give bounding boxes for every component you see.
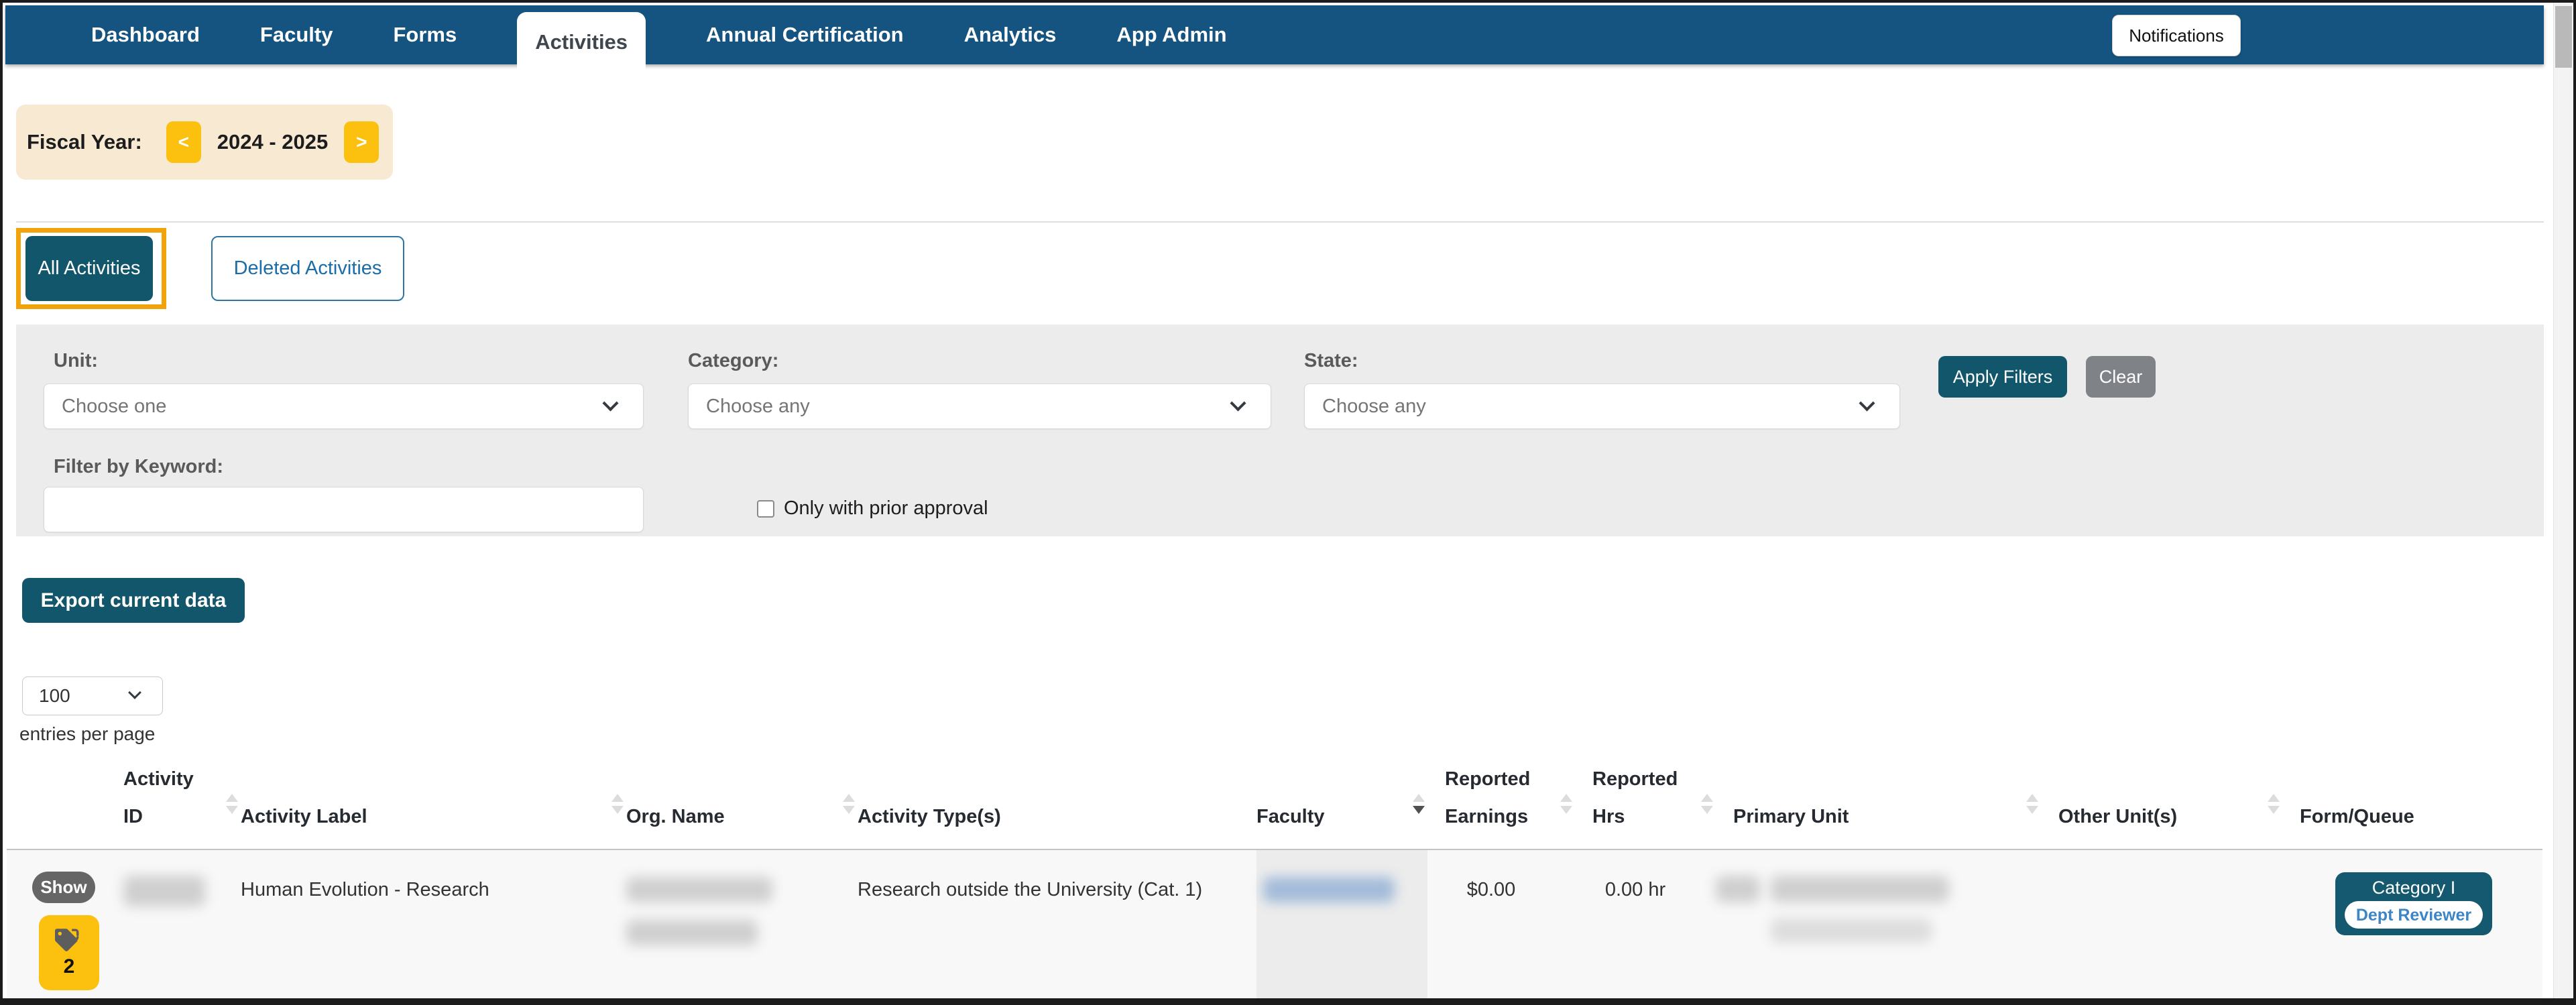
category-label: Category: [688, 350, 779, 371]
activities-table-header: Activity ID Activity Label Org. Name Act… [7, 747, 2542, 849]
table-row: Show 2 Human Evolution - Research Resear… [7, 850, 2544, 998]
nav-tab-dashboard[interactable]: Dashboard [91, 23, 200, 47]
notifications-button[interactable]: Notifications [2112, 15, 2241, 56]
keyword-input[interactable] [44, 487, 644, 532]
sort-control[interactable] [226, 794, 238, 814]
col-activity-types: Activity Type(s) [858, 806, 1001, 827]
row-controls-cell: Show 2 [23, 850, 123, 998]
col-org-name[interactable]: Org. Name [626, 747, 858, 849]
fiscal-year-next-button[interactable]: > [344, 121, 379, 163]
tab-all-activities[interactable]: All Activities [25, 236, 153, 301]
col-expand [23, 747, 123, 849]
prior-approval-wrap: Only with prior approval [757, 497, 988, 520]
nav-tab-annual-certification[interactable]: Annual Certification [706, 23, 904, 47]
scrollbar-thumb[interactable] [2555, 6, 2572, 68]
nav-tab-analytics[interactable]: Analytics [964, 23, 1057, 47]
form-queue-badge[interactable]: Category I Dept Reviewer [2335, 872, 2492, 935]
entries-per-page-label: entries per page [19, 723, 156, 744]
other-units-cell [2041, 850, 2282, 998]
redacted-primary-unit-line2 [1771, 919, 1932, 943]
nav-tab-app-admin[interactable]: App Admin [1116, 23, 1226, 47]
nav-tab-forms[interactable]: Forms [393, 23, 457, 47]
fiscal-year-label: Fiscal Year: [27, 130, 142, 154]
reported-earnings-cell: $0.00 [1466, 879, 1516, 900]
category-select[interactable]: Choose any [688, 383, 1271, 429]
attachment-count: 2 [63, 955, 75, 978]
form-category: Category I [2372, 878, 2456, 898]
unit-select-value: Choose one [62, 395, 167, 417]
attachments-button[interactable]: 2 [39, 915, 99, 990]
state-label: State: [1304, 350, 1358, 371]
col-reported-earnings[interactable]: Reported Earnings [1427, 747, 1575, 849]
reported-hrs-cell: 0.00 hr [1604, 879, 1666, 900]
prior-approval-checkbox[interactable] [757, 499, 774, 518]
activity-types-cell: Research outside the University (Cat. 1) [858, 879, 1203, 900]
col-activity-label[interactable]: Activity Label [241, 747, 626, 849]
queue-pill[interactable]: Dept Reviewer [2345, 901, 2483, 929]
sort-control[interactable] [1701, 794, 1713, 814]
entries-per-page-value: 100 [39, 685, 70, 706]
fiscal-year-value: 2024 - 2025 [217, 130, 329, 154]
scrollbar-track[interactable] [2553, 3, 2573, 998]
redacted-primary-unit-code [1716, 876, 1760, 902]
keyword-label: Filter by Keyword: [54, 456, 223, 477]
nav-tab-faculty[interactable]: Faculty [260, 23, 333, 47]
col-faculty[interactable]: Faculty [1256, 747, 1427, 849]
unit-label: Unit: [54, 350, 99, 371]
activity-id-cell [123, 850, 241, 998]
org-name-cell [626, 850, 858, 998]
export-current-data-button[interactable]: Export current data [22, 578, 245, 623]
unit-select[interactable]: Choose one [44, 383, 644, 429]
clear-filters-button[interactable]: Clear [2086, 356, 2156, 398]
redacted-activity-id [123, 876, 205, 906]
col-primary-unit[interactable]: Primary Unit [1716, 747, 2041, 849]
category-select-value: Choose any [706, 395, 810, 417]
state-select-value: Choose any [1322, 395, 1426, 417]
entries-per-page-select[interactable]: 100 [22, 676, 163, 715]
tags-icon [55, 929, 79, 951]
chevron-down-icon [128, 686, 141, 699]
redacted-faculty-link[interactable] [1263, 877, 1395, 902]
col-activity-id[interactable]: Activity ID [123, 747, 241, 849]
app-window: Dashboard Faculty Forms Activities Annua… [0, 0, 2576, 1005]
prior-approval-label: Only with prior approval [784, 497, 988, 519]
redacted-org-name-line2 [626, 920, 758, 945]
tab-deleted-activities[interactable]: Deleted Activities [211, 236, 404, 301]
sort-control[interactable] [1560, 794, 1572, 814]
filter-panel: Unit: Choose one Category: Choose any St… [16, 324, 2544, 536]
redacted-org-name-line1 [626, 877, 772, 902]
sort-control[interactable] [2268, 794, 2280, 814]
state-select[interactable]: Choose any [1304, 383, 1900, 429]
faculty-cell [1256, 850, 1427, 998]
sort-control[interactable] [2026, 794, 2038, 814]
fiscal-year-prev-button[interactable]: < [166, 121, 201, 163]
sort-control-active[interactable] [1413, 794, 1425, 814]
apply-filters-button[interactable]: Apply Filters [1938, 356, 2067, 398]
chevron-down-icon [1859, 395, 1875, 412]
form-queue-cell: Category I Dept Reviewer [2282, 850, 2544, 998]
sort-control[interactable] [843, 794, 855, 814]
sort-control[interactable] [611, 794, 624, 814]
col-reported-hrs[interactable]: Reported Hrs [1575, 747, 1716, 849]
section-divider [16, 221, 2544, 223]
col-form-queue: Form/Queue [2300, 806, 2414, 827]
activity-label-cell: Human Evolution - Research [241, 879, 489, 900]
show-button[interactable]: Show [32, 872, 95, 903]
fiscal-year-bar: Fiscal Year: < 2024 - 2025 > [16, 105, 393, 180]
col-other-units[interactable]: Other Unit(s) [2041, 747, 2282, 849]
primary-unit-cell [1716, 850, 2041, 998]
chevron-down-icon [1230, 395, 1246, 412]
chevron-down-icon [602, 395, 619, 412]
nav-tab-activities[interactable]: Activities [517, 12, 646, 72]
redacted-primary-unit-name [1771, 876, 1949, 902]
